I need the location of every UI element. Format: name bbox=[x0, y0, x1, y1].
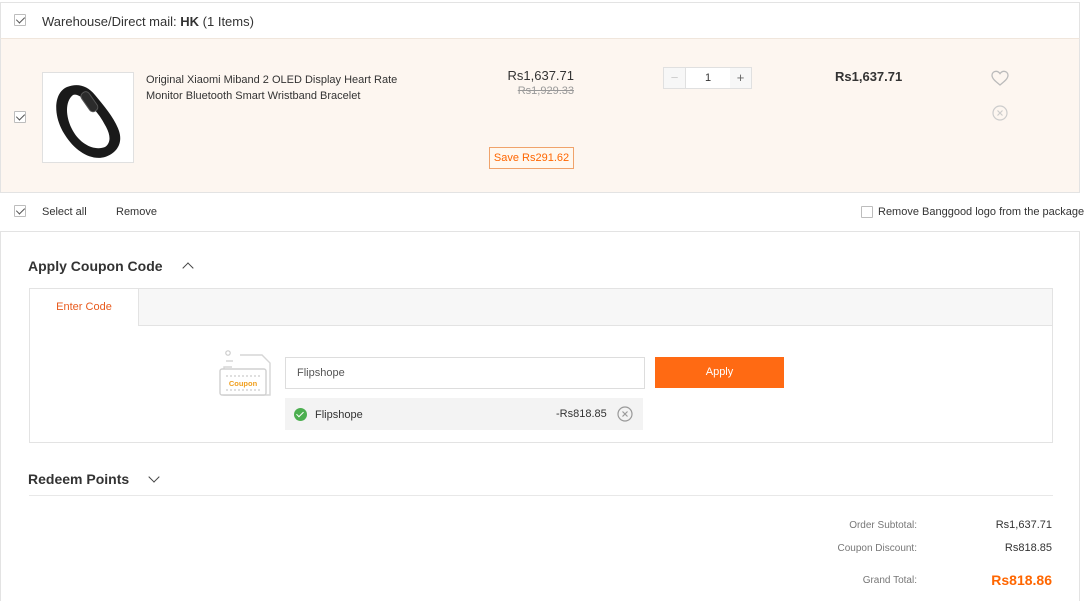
applied-coupon-name: Flipshope bbox=[315, 409, 363, 421]
select-all-checkbox[interactable] bbox=[14, 205, 26, 217]
qty-input[interactable]: 1 bbox=[685, 68, 731, 88]
quantity-stepper: − 1 + bbox=[663, 67, 752, 89]
remove-selected-link[interactable]: Remove bbox=[116, 206, 157, 218]
select-all-label[interactable]: Select all bbox=[42, 206, 87, 218]
product-thumbnail[interactable] bbox=[42, 72, 134, 163]
applied-coupon-discount: -Rs818.85 bbox=[556, 408, 607, 420]
subtotal-value: Rs1,637.71 bbox=[995, 519, 1052, 531]
coupon-box: Enter Code Coupon Apply Flipshope -Rs818… bbox=[29, 288, 1053, 443]
wristband-image bbox=[56, 85, 121, 158]
warehouse-label: Warehouse/Direct mail: bbox=[42, 14, 177, 29]
coupon-section-title[interactable]: Apply Coupon Code bbox=[28, 258, 163, 274]
warehouse-code: HK bbox=[180, 14, 200, 29]
coupon-tab-bar: Enter Code bbox=[30, 289, 1052, 326]
svg-text:Coupon: Coupon bbox=[229, 379, 258, 388]
warehouse-checkbox[interactable] bbox=[14, 14, 26, 26]
warehouse-item-count: (1 Items) bbox=[202, 14, 254, 29]
chevron-down-icon[interactable] bbox=[148, 471, 160, 483]
remove-item-icon[interactable] bbox=[992, 105, 1008, 121]
remove-logo-label[interactable]: Remove Banggood logo from the package bbox=[878, 206, 1084, 218]
line-total: Rs1,637.71 bbox=[835, 69, 903, 84]
remove-logo-checkbox[interactable] bbox=[861, 206, 873, 218]
coupon-discount-value: Rs818.85 bbox=[1004, 542, 1052, 554]
tab-enter-code[interactable]: Enter Code bbox=[30, 289, 139, 326]
original-price: Rs1,929.33 bbox=[517, 85, 574, 97]
qty-decrease-button[interactable]: − bbox=[664, 68, 685, 88]
coupon-icon: Coupon bbox=[219, 350, 271, 396]
heart-icon[interactable] bbox=[991, 70, 1009, 86]
check-circle-icon bbox=[294, 408, 307, 421]
coupon-discount-label: Coupon Discount: bbox=[837, 543, 918, 554]
apply-coupon-button[interactable]: Apply bbox=[655, 357, 784, 388]
subtotal-label: Order Subtotal: bbox=[849, 520, 917, 531]
qty-increase-button[interactable]: + bbox=[730, 68, 751, 88]
grand-total-value: Rs818.86 bbox=[991, 572, 1052, 588]
section-divider bbox=[29, 495, 1053, 496]
cart-item-row: Original Xiaomi Miband 2 OLED Display He… bbox=[0, 38, 1080, 193]
checkout-panel: Apply Coupon Code Enter Code Coupon Appl… bbox=[0, 231, 1080, 601]
redeem-points-title[interactable]: Redeem Points bbox=[28, 471, 129, 487]
remove-coupon-icon[interactable] bbox=[617, 406, 633, 422]
product-name[interactable]: Original Xiaomi Miband 2 OLED Display He… bbox=[146, 72, 406, 104]
warehouse-header: Warehouse/Direct mail: HK (1 Items) bbox=[0, 2, 1080, 39]
savings-badge: Save Rs291.62 bbox=[489, 147, 574, 169]
warehouse-title: Warehouse/Direct mail: HK (1 Items) bbox=[42, 14, 254, 29]
item-checkbox[interactable] bbox=[14, 111, 26, 123]
chevron-up-icon[interactable] bbox=[182, 262, 194, 274]
price-column: Rs1,637.71 Rs1,929.33 bbox=[471, 68, 575, 97]
coupon-code-input[interactable] bbox=[285, 357, 645, 389]
cart-actions-bar: Select all Remove Remove Banggood logo f… bbox=[0, 193, 1085, 231]
grand-total-label: Grand Total: bbox=[862, 575, 917, 586]
applied-coupon: Flipshope -Rs818.85 bbox=[285, 398, 643, 430]
unit-price: Rs1,637.71 bbox=[507, 68, 575, 83]
